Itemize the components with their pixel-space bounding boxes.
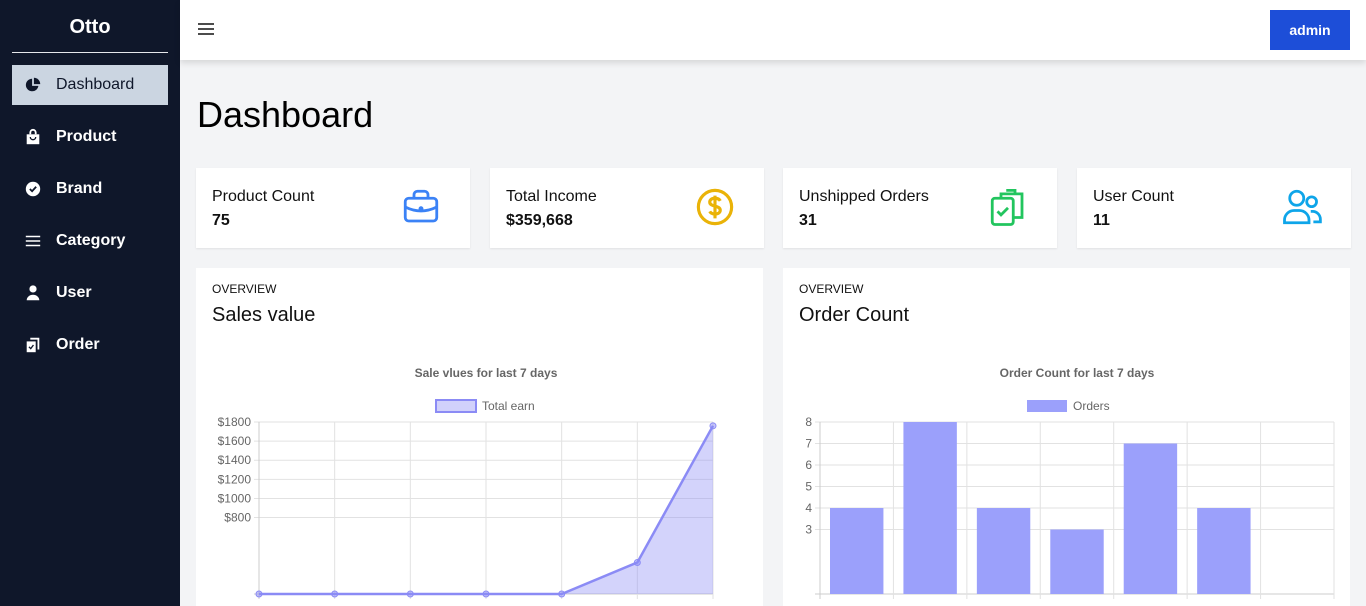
stat-value: 75 [212,212,230,229]
data-point [633,558,641,566]
list-icon [25,235,41,247]
sidebar-item-label: Order [56,336,100,353]
stat-value: 31 [799,212,817,229]
legend-label: Orders [1073,399,1110,413]
bar [903,422,957,594]
top-header: admin [180,0,1366,60]
stat-label: User Count [1093,188,1174,205]
sidebar-item-label: Product [56,128,117,145]
legend-label: Total earn [482,399,535,413]
y-tick-label: $1000 [218,491,252,505]
stat-label: Total Income [506,188,597,205]
sidebar-item-label: Category [56,232,126,249]
sidebar-item-category[interactable]: Category [12,221,168,261]
bar [830,508,884,594]
clipboard-check-icon [26,337,40,353]
hamburger-menu-icon[interactable] [198,22,214,36]
chart-title: Order Count for last 7 days [1000,366,1155,380]
sidebar-item-brand[interactable]: Brand [12,169,168,209]
data-point [331,590,339,598]
data-point [709,422,717,430]
briefcase-icon [403,189,439,223]
bar [1050,529,1104,594]
shopping-bag-icon [26,128,40,145]
sidebar: Otto Dashboard Product Brand Category Us… [0,0,180,606]
sidebar-item-order[interactable]: Order [12,325,168,365]
y-tick-label: $1800 [218,415,252,429]
order-count-panel: OVERVIEW Order Count Order Count for las… [783,268,1350,606]
sidebar-item-label: Brand [56,180,103,197]
clipboard-check-icon [990,188,1024,226]
stat-label: Unshipped Orders [799,188,929,205]
app-logo: Otto [12,0,168,53]
y-tick-label: $1200 [218,472,252,486]
sidebar-item-dashboard[interactable]: Dashboard [12,65,168,105]
sidebar-nav: Dashboard Product Brand Category User Or… [0,65,180,365]
stat-label: Product Count [212,188,315,205]
y-tick-label: 6 [805,458,812,472]
orders-bar-chart: Order Count for last 7 days Orders 8 7 6 5 4 3 [805,366,1335,599]
sidebar-item-product[interactable]: Product [12,117,168,157]
page-title: Dashboard [197,94,374,135]
sidebar-item-user[interactable]: User [12,273,168,313]
data-point [558,590,566,598]
bar [1197,508,1251,594]
stat-value: 11 [1093,212,1110,229]
y-tick-label: $1400 [218,453,252,467]
y-tick-label: 4 [805,501,812,515]
sales-line-chart: Sale vlues for last 7 days Total earn $180… [218,366,717,599]
legend-swatch [435,399,477,413]
chart-title: Sale vlues for last 7 days [415,366,558,380]
stat-card-product-count: Product Count 75 [196,168,470,248]
bar [1123,443,1178,594]
stat-card-total-income: Total Income $359,668 [490,168,764,248]
bar [976,508,1031,594]
y-tick-label: 3 [805,523,812,537]
pie-chart-icon [25,77,41,92]
y-tick-label: $1600 [218,434,252,448]
check-badge-icon [25,181,41,197]
sidebar-item-label: User [56,284,92,301]
users-icon [1283,189,1322,225]
admin-user-button[interactable]: admin [1270,10,1350,50]
sales-value-panel: OVERVIEW Sales value Sale vlues for last… [196,268,763,606]
user-icon [26,285,40,301]
stat-card-unshipped-orders: Unshipped Orders 31 [783,168,1057,248]
data-point [482,590,490,598]
data-point [255,590,263,598]
dollar-icon [696,188,734,226]
y-tick-label: 8 [805,415,812,429]
y-tick-label: $800 [224,511,251,525]
stat-card-user-count: User Count 11 [1077,168,1351,248]
y-tick-label: 7 [805,437,812,451]
sidebar-item-label: Dashboard [56,76,135,93]
stat-value: $359,668 [506,212,573,229]
legend-swatch [1027,400,1067,412]
data-point [406,590,414,598]
y-tick-label: 5 [805,480,812,494]
